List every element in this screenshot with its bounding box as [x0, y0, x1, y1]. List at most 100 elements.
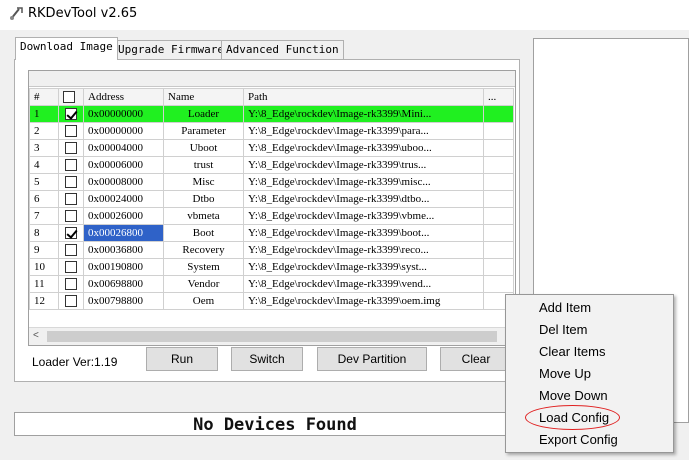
row-address[interactable]: 0x00000000	[83, 105, 164, 123]
row-checkbox[interactable]	[65, 108, 77, 121]
dev-partition-button[interactable]: Dev Partition	[317, 347, 427, 371]
row-name[interactable]: Vendor	[163, 275, 244, 293]
table-row[interactable]: 3 0x00004000 Uboot Y:\8_Edge\rockdev\Image-…	[29, 139, 514, 157]
table-row[interactable]: 6 0x00024000 Dtbo Y:\8_Edge\rockdev\Image-r…	[29, 190, 514, 208]
menu-item-load-config[interactable]: Load Config	[539, 408, 609, 428]
row-checkbox[interactable]	[65, 142, 77, 155]
row-name[interactable]: Parameter	[163, 122, 244, 140]
row-checkbox[interactable]	[65, 261, 77, 274]
row-browse[interactable]	[483, 190, 514, 208]
tab-download-image[interactable]: Download Image	[15, 37, 118, 60]
row-browse[interactable]	[483, 207, 514, 225]
clear-button[interactable]: Clear	[440, 347, 512, 371]
menu-item-clear-items[interactable]: Clear Items	[539, 342, 605, 362]
row-address[interactable]: 0x00004000	[83, 139, 164, 157]
select-all-checkbox[interactable]	[63, 91, 75, 104]
row-address[interactable]: 0x00006000	[83, 156, 164, 174]
row-path[interactable]: Y:\8_Edge\rockdev\Image-rk3399\vend...	[243, 275, 484, 293]
row-browse[interactable]	[483, 275, 514, 293]
row-path[interactable]: Y:\8_Edge\rockdev\Image-rk3399\dtbo...	[243, 190, 484, 208]
row-address[interactable]: 0x00798800	[83, 292, 164, 310]
row-checkbox[interactable]	[65, 210, 77, 223]
row-address[interactable]: 0x00698800	[83, 275, 164, 293]
row-checkbox[interactable]	[65, 278, 77, 291]
row-name[interactable]: vbmeta	[163, 207, 244, 225]
row-checkbox[interactable]	[65, 125, 77, 138]
col-header-path[interactable]: Path	[243, 88, 484, 106]
row-path[interactable]: Y:\8_Edge\rockdev\Image-rk3399\syst...	[243, 258, 484, 276]
row-checkbox-cell[interactable]	[58, 275, 84, 293]
table-row[interactable]: 5 0x00008000 Misc Y:\8_Edge\rockdev\Image-r…	[29, 173, 514, 191]
row-path[interactable]: Y:\8_Edge\rockdev\Image-rk3399\para...	[243, 122, 484, 140]
row-name[interactable]: Oem	[163, 292, 244, 310]
row-address[interactable]: 0x00026800	[83, 224, 164, 242]
row-checkbox[interactable]	[65, 227, 77, 240]
row-checkbox[interactable]	[65, 295, 77, 308]
menu-item-export-config[interactable]: Export Config	[539, 430, 618, 450]
row-path[interactable]: Y:\8_Edge\rockdev\Image-rk3399\boot...	[243, 224, 484, 242]
row-address[interactable]: 0x00008000	[83, 173, 164, 191]
menu-item-add-item[interactable]: Add Item	[539, 298, 591, 318]
row-address[interactable]: 0x00036800	[83, 241, 164, 259]
chevron-left-icon[interactable]: <	[33, 330, 45, 342]
row-checkbox-cell[interactable]	[58, 156, 84, 174]
tab-upgrade-firmware[interactable]: Upgrade Firmware	[113, 40, 229, 60]
table-row[interactable]: 4 0x00006000 trust Y:\8_Edge\rockdev\Image-…	[29, 156, 514, 174]
row-name[interactable]: trust	[163, 156, 244, 174]
row-browse[interactable]	[483, 139, 514, 157]
table-row[interactable]: 2 0x00000000 Parameter Y:\8_Edge\rockdev\Im…	[29, 122, 514, 140]
row-path[interactable]: Y:\8_Edge\rockdev\Image-rk3399\misc...	[243, 173, 484, 191]
row-checkbox-cell[interactable]	[58, 122, 84, 140]
row-checkbox-cell[interactable]	[58, 105, 84, 123]
row-checkbox-cell[interactable]	[58, 292, 84, 310]
row-path[interactable]: Y:\8_Edge\rockdev\Image-rk3399\reco...	[243, 241, 484, 259]
row-address[interactable]: 0x00190800	[83, 258, 164, 276]
row-address[interactable]: 0x00026000	[83, 207, 164, 225]
row-checkbox-cell[interactable]	[58, 190, 84, 208]
menu-item-del-item[interactable]: Del Item	[539, 320, 587, 340]
table-row[interactable]: 7 0x00026000 vbmeta Y:\8_Edge\rockdev\Image…	[29, 207, 514, 225]
row-name[interactable]: Boot	[163, 224, 244, 242]
row-checkbox-cell[interactable]	[58, 139, 84, 157]
row-name[interactable]: Recovery	[163, 241, 244, 259]
row-checkbox-cell[interactable]	[58, 173, 84, 191]
table-row[interactable]: 12 0x00798800 Oem Y:\8_Edge\rockdev\Image-r…	[29, 292, 514, 310]
row-checkbox[interactable]	[65, 176, 77, 189]
tab-advanced-function[interactable]: Advanced Function	[221, 40, 344, 60]
row-browse[interactable]	[483, 241, 514, 259]
row-name[interactable]: Misc	[163, 173, 244, 191]
horizontal-scrollbar[interactable]: <	[29, 327, 515, 345]
table-row[interactable]: 10 0x00190800 System Y:\8_Edge\rockdev\Imag…	[29, 258, 514, 276]
scrollbar-thumb[interactable]	[47, 331, 497, 342]
row-name[interactable]: Dtbo	[163, 190, 244, 208]
row-path[interactable]: Y:\8_Edge\rockdev\Image-rk3399\oem.img	[243, 292, 484, 310]
row-checkbox-cell[interactable]	[58, 258, 84, 276]
menu-item-move-up[interactable]: Move Up	[539, 364, 591, 384]
switch-button[interactable]: Switch	[231, 347, 303, 371]
col-header-check[interactable]	[58, 88, 84, 106]
row-path[interactable]: Y:\8_Edge\rockdev\Image-rk3399\trus...	[243, 156, 484, 174]
row-checkbox-cell[interactable]	[58, 241, 84, 259]
row-address[interactable]: 0x00000000	[83, 122, 164, 140]
row-name[interactable]: Uboot	[163, 139, 244, 157]
row-browse[interactable]	[483, 156, 514, 174]
menu-item-move-down[interactable]: Move Down	[539, 386, 608, 406]
row-browse[interactable]	[483, 224, 514, 242]
row-name[interactable]: Loader	[163, 105, 244, 123]
row-browse[interactable]	[483, 122, 514, 140]
row-checkbox-cell[interactable]	[58, 224, 84, 242]
row-browse[interactable]	[483, 173, 514, 191]
table-row[interactable]: 8 0x00026800 Boot Y:\8_Edge\rockdev\Image-r…	[29, 224, 514, 242]
row-browse[interactable]	[483, 258, 514, 276]
row-name[interactable]: System	[163, 258, 244, 276]
row-checkbox[interactable]	[65, 193, 77, 206]
row-address[interactable]: 0x00024000	[83, 190, 164, 208]
col-header-name[interactable]: Name	[163, 88, 244, 106]
table-row[interactable]: 1 0x00000000 Loader Y:\8_Edge\rockdev\Image…	[29, 105, 514, 123]
row-browse[interactable]	[483, 105, 514, 123]
row-checkbox[interactable]	[65, 244, 77, 257]
row-path[interactable]: Y:\8_Edge\rockdev\Image-rk3399\Mini...	[243, 105, 484, 123]
table-row[interactable]: 11 0x00698800 Vendor Y:\8_Edge\rockdev\Imag…	[29, 275, 514, 293]
col-header-address[interactable]: Address	[83, 88, 164, 106]
row-path[interactable]: Y:\8_Edge\rockdev\Image-rk3399\vbme...	[243, 207, 484, 225]
